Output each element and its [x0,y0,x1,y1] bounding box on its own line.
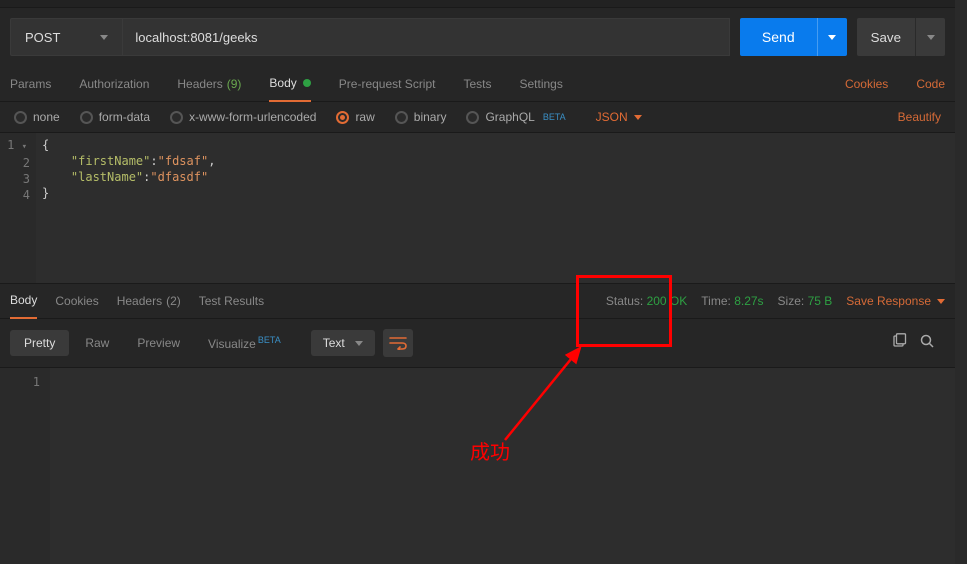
tab-body[interactable]: Body [269,66,310,102]
radio-binary[interactable]: binary [395,110,447,124]
size-value: 75 B [808,294,833,308]
top-edge [0,0,955,8]
radio-label: x-www-form-urlencoded [189,110,316,124]
time-value: 8.27s [734,294,763,308]
chevron-down-icon [355,341,363,346]
size-block: Size: 75 B [778,294,833,308]
resp-tab-headers-label: Headers [117,294,162,308]
view-raw[interactable]: Raw [73,330,121,356]
code-link[interactable]: Code [916,77,945,91]
view-preview[interactable]: Preview [125,330,192,356]
radio-formdata[interactable]: form-data [80,110,150,124]
response-format-dropdown[interactable]: Text [311,330,375,356]
radio-icon [80,111,93,124]
visualize-label: Visualize [208,337,256,351]
save-response-button[interactable]: Save Response [846,294,945,308]
save-button[interactable]: Save [857,18,915,56]
content-type-dropdown[interactable]: JSON [596,110,642,124]
tab-headers-label: Headers [177,77,222,91]
size-label: Size: [778,294,805,308]
content-type-label: JSON [596,110,628,124]
tab-authorization[interactable]: Authorization [79,66,149,102]
copy-icon[interactable] [891,333,907,353]
method-label: POST [25,30,60,45]
tab-settings[interactable]: Settings [520,66,563,102]
editor-gutter: 1 ▾ 2 3 4 [0,133,36,283]
beautify-link[interactable]: Beautify [898,110,941,124]
radio-icon [395,111,408,124]
search-icon[interactable] [919,333,935,353]
cookies-link[interactable]: Cookies [845,77,888,91]
tab-headers[interactable]: Headers (9) [177,66,241,102]
response-body: 1 [0,367,955,564]
beta-badge: BETA [258,335,281,345]
dot-indicator-icon [303,79,311,87]
url-input[interactable] [122,18,730,56]
resp-tab-test-results[interactable]: Test Results [199,283,264,319]
chevron-down-icon [828,35,836,40]
outer-scrollbar[interactable] [955,0,967,564]
radio-icon [170,111,183,124]
send-button[interactable]: Send [740,18,817,56]
save-response-label: Save Response [846,294,931,308]
wrap-lines-button[interactable] [383,329,413,357]
wrap-icon [389,336,407,350]
tab-body-label: Body [269,76,296,90]
radio-label: form-data [99,110,150,124]
radio-icon [466,111,479,124]
radio-none[interactable]: none [14,110,60,124]
resp-tab-body[interactable]: Body [10,283,37,319]
resp-tab-headers[interactable]: Headers (2) [117,283,181,319]
radio-graphql[interactable]: GraphQL BETA [466,110,565,124]
radio-label: GraphQL [485,110,534,124]
request-body-editor[interactable]: 1 ▾ 2 3 4 { "firstName":"fdsaf", "lastNa… [0,133,955,283]
response-format-label: Text [323,336,345,350]
time-label: Time: [701,294,731,308]
chevron-down-icon [100,35,108,40]
radio-label: raw [355,110,374,124]
save-label: Save [871,30,901,45]
status-value: 200 OK [647,294,688,308]
resp-headers-count: (2) [166,294,181,308]
editor-code[interactable]: { "firstName":"fdsaf", "lastName":"dfasd… [36,133,955,283]
tab-prerequest[interactable]: Pre-request Script [339,66,436,102]
radio-label: binary [414,110,447,124]
time-block: Time: 8.27s [701,294,763,308]
tab-params[interactable]: Params [10,66,51,102]
radio-raw[interactable]: raw [336,110,374,124]
beta-badge: BETA [543,112,566,122]
radio-label: none [33,110,60,124]
resp-tab-cookies[interactable]: Cookies [55,283,98,319]
status-block: Status: 200 OK [606,294,687,308]
send-dropdown[interactable] [817,18,847,56]
status-label: Status: [606,294,643,308]
headers-count: (9) [227,77,242,91]
tab-tests[interactable]: Tests [463,66,491,102]
radio-xwww[interactable]: x-www-form-urlencoded [170,110,316,124]
view-pretty[interactable]: Pretty [10,330,69,356]
response-content[interactable] [50,368,955,564]
save-dropdown[interactable] [915,18,945,56]
radio-icon [336,111,349,124]
chevron-down-icon [634,115,642,120]
chevron-down-icon [927,35,935,40]
chevron-down-icon [937,299,945,304]
response-gutter: 1 [0,368,50,564]
radio-icon [14,111,27,124]
view-visualize[interactable]: VisualizeBETA [196,329,293,357]
method-select[interactable]: POST [10,18,122,56]
